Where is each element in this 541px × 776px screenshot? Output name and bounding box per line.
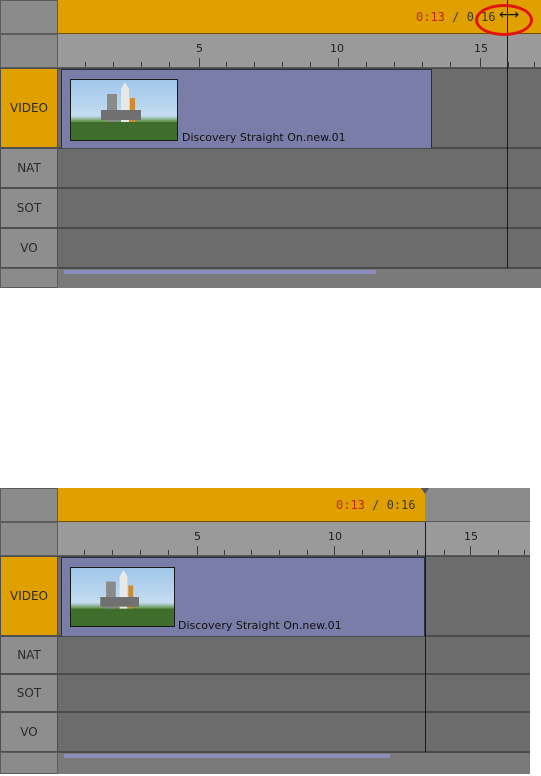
track-label-vo[interactable]: VO <box>0 228 58 268</box>
nat-track[interactable] <box>58 636 530 674</box>
vo-track[interactable] <box>58 712 530 752</box>
timeline-duration-bar[interactable]: 0:13 / 0:16 <box>58 0 541 34</box>
ruler-label-5: 5 <box>194 530 201 543</box>
timeline-ruler[interactable]: 5 10 15 <box>58 34 541 68</box>
track-label-vo[interactable]: VO <box>0 712 58 752</box>
video-clip[interactable]: Discovery Straight On.new.01 <box>61 69 432 149</box>
track-label-video[interactable]: VIDEO <box>0 556 58 636</box>
video-track[interactable]: Discovery Straight On.new.01 <box>58 556 530 637</box>
clip-name: Discovery Straight On.new.01 <box>178 619 342 632</box>
ruler-label-10: 10 <box>328 530 342 543</box>
ruler-label-10: 10 <box>330 42 344 55</box>
track-label-nat[interactable]: NAT <box>0 636 58 674</box>
clip-thumbnail <box>70 567 175 627</box>
clip-thumbnail <box>70 79 178 141</box>
track-label-nat[interactable]: NAT <box>0 148 58 188</box>
position-indicator[interactable] <box>425 522 426 752</box>
corner-cell <box>0 488 58 522</box>
timeline-extension-area <box>425 488 530 522</box>
video-track[interactable]: Discovery Straight On.new.01 <box>58 68 541 149</box>
track-label-sot[interactable]: SOT <box>0 188 58 228</box>
scrollbar-thumb[interactable] <box>64 754 390 758</box>
track-label-video[interactable]: VIDEO <box>0 68 58 148</box>
sot-track[interactable] <box>58 188 541 228</box>
scrollbar-thumb[interactable] <box>64 270 376 274</box>
time-separator: / <box>452 10 460 24</box>
time-separator: / <box>372 498 380 512</box>
video-clip[interactable]: Discovery Straight On.new.01 <box>61 557 425 637</box>
nat-track[interactable] <box>58 148 541 188</box>
timeline-scrollbar[interactable] <box>58 268 541 288</box>
sot-track[interactable] <box>58 674 530 712</box>
ruler-label-5: 5 <box>196 42 203 55</box>
total-time: 0:16 <box>386 498 416 512</box>
ruler-label-15: 15 <box>464 530 478 543</box>
vo-track[interactable] <box>58 228 541 268</box>
scroll-corner-cell <box>0 752 58 774</box>
track-label-sot[interactable]: SOT <box>0 674 58 712</box>
resize-horizontal-icon: ⟷ <box>499 7 520 23</box>
timeline-scrollbar[interactable] <box>58 752 530 774</box>
timecode-display: 0:13 / 0:16 <box>336 498 416 512</box>
scroll-corner-cell <box>0 268 58 288</box>
timeline-panel-after: 0:13 / 0:16 5 10 15 VIDEO NAT SOT VO Dis… <box>0 488 530 776</box>
ruler-label-15: 15 <box>474 42 488 55</box>
timeline-panel-before: 0:13 / 0:16 5 10 15 VIDEO NAT SOT VO Dis… <box>0 0 541 290</box>
current-time: 0:13 <box>416 10 445 24</box>
end-marker[interactable] <box>421 488 429 494</box>
timeline-duration-bar[interactable]: 0:13 / 0:16 <box>58 488 425 522</box>
clip-name: Discovery Straight On.new.01 <box>182 131 346 144</box>
ruler-corner-cell <box>0 522 58 556</box>
corner-cell <box>0 0 58 34</box>
timeline-ruler[interactable]: 5 10 15 <box>58 522 530 556</box>
ruler-corner-cell <box>0 34 58 68</box>
current-time: 0:13 <box>336 498 365 512</box>
position-indicator[interactable] <box>507 0 508 268</box>
